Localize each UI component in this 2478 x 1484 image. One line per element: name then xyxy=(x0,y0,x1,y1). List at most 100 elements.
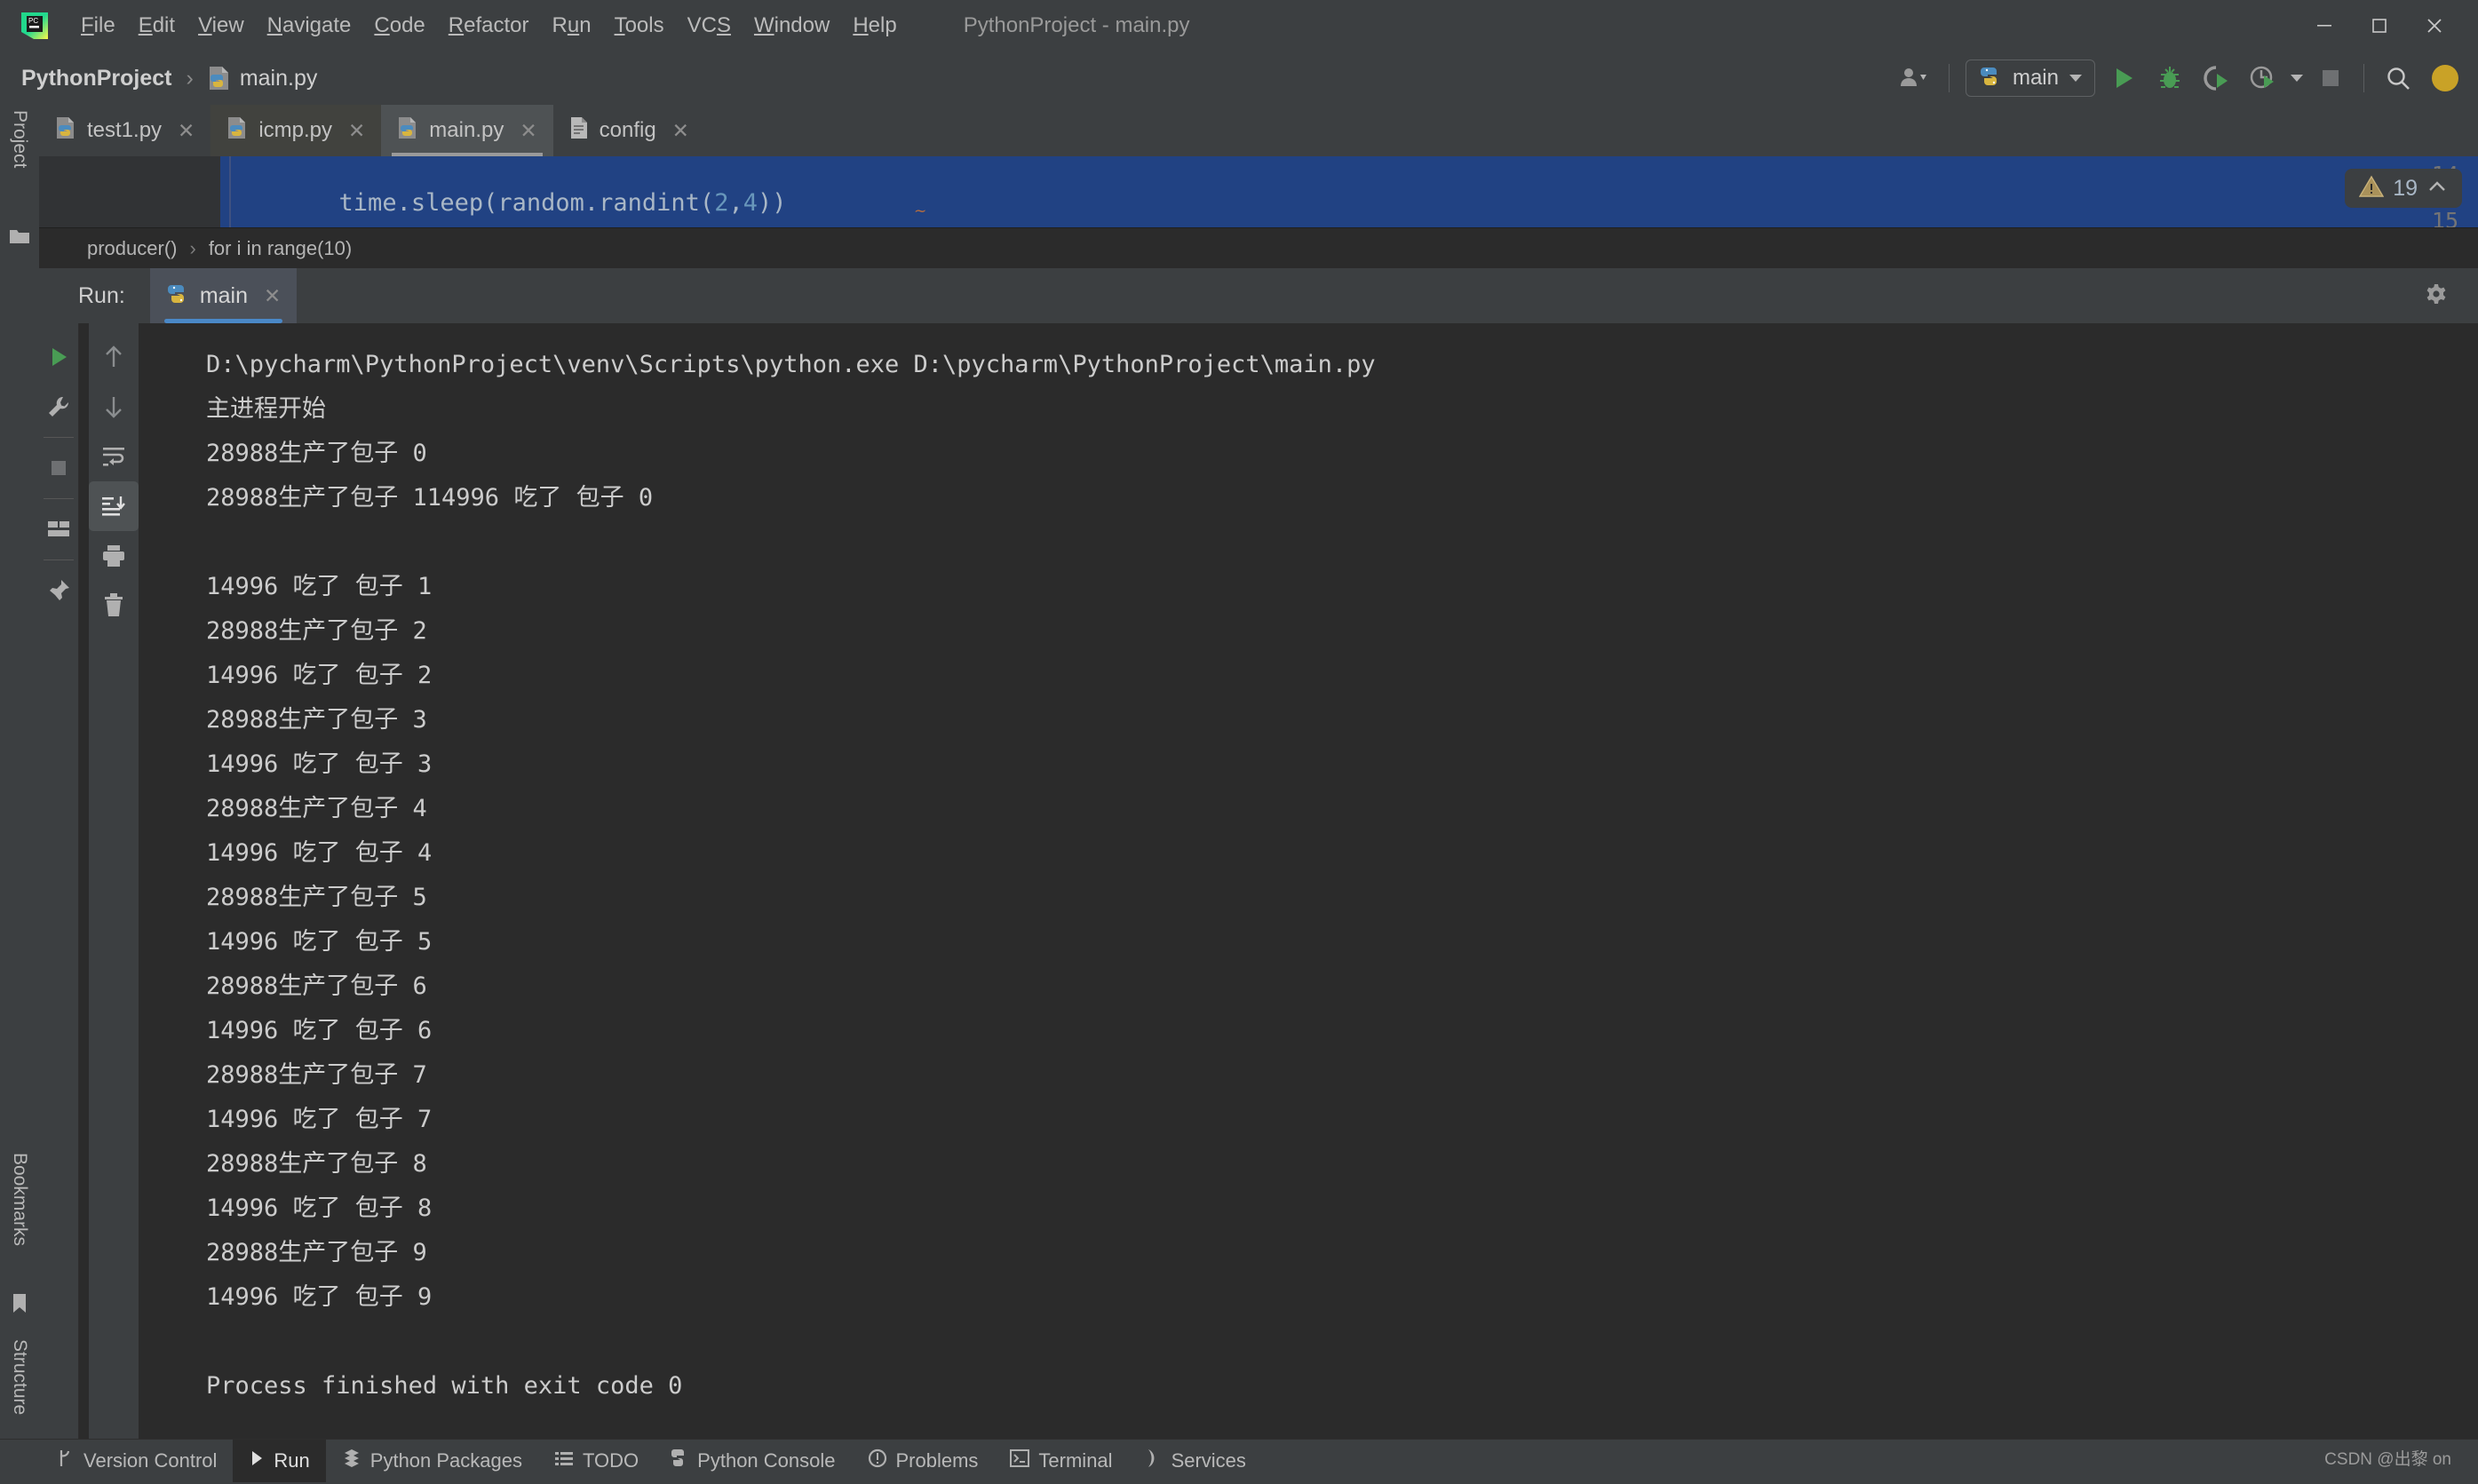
status-item-python-packages[interactable]: Python Packages xyxy=(326,1440,538,1482)
editor-tab-config[interactable]: config ✕ xyxy=(552,105,705,156)
problems-icon xyxy=(868,1448,887,1473)
bookmark-icon xyxy=(11,1293,28,1319)
menu-view-mnemonic: V xyxy=(198,13,212,37)
run-tab-main[interactable]: main ✕ xyxy=(149,268,298,323)
sidebar-item-project[interactable]: Project xyxy=(0,110,39,168)
menu-window[interactable]: Window xyxy=(743,10,841,42)
console-line: 14996 吃了 包子 9 xyxy=(206,1283,433,1311)
indent-guide xyxy=(229,156,231,227)
close-icon[interactable]: ✕ xyxy=(178,119,195,143)
next-occurrence-button[interactable] xyxy=(89,382,139,432)
status-item-python-console[interactable]: Python Console xyxy=(655,1440,851,1482)
breadcrumb-project[interactable]: PythonProject xyxy=(21,66,171,91)
maximize-icon[interactable] xyxy=(2352,0,2407,52)
menu-file[interactable]: File xyxy=(69,10,127,42)
editor-tab-main[interactable]: main.py ✕ xyxy=(381,105,553,156)
soft-wrap-button[interactable] xyxy=(89,432,139,481)
profile-icon[interactable] xyxy=(2239,52,2285,105)
profile-dropdown-chevron-down-icon[interactable] xyxy=(2285,52,2308,105)
status-item-todo[interactable]: TODO xyxy=(538,1440,655,1482)
run-with-coverage-icon[interactable] xyxy=(2193,52,2239,105)
status-item-problems[interactable]: Problems xyxy=(852,1440,995,1482)
editor-tab-test1[interactable]: test1.py ✕ xyxy=(39,105,211,156)
search-icon[interactable] xyxy=(2375,52,2421,105)
menu-edit[interactable]: Edit xyxy=(127,10,187,42)
console-line: 14996 吃了 包子 4 xyxy=(206,839,433,867)
editor-tab-label: icmp.py xyxy=(258,118,333,142)
console-output[interactable]: D:\pycharm\PythonProject\venv\Scripts\py… xyxy=(139,323,2478,1439)
menu-refactor[interactable]: Refactor xyxy=(437,10,541,42)
sidebar-item-bookmarks[interactable]: Bookmarks xyxy=(0,1153,39,1246)
close-icon[interactable]: ✕ xyxy=(672,119,689,143)
close-icon[interactable]: ✕ xyxy=(520,119,536,143)
python-console-icon xyxy=(671,1448,688,1473)
window-controls xyxy=(2297,0,2462,52)
run-toolbar-column-1 xyxy=(39,323,78,1439)
run-tool-window-header: Run: main ✕ xyxy=(39,268,2478,323)
stop-square-icon[interactable] xyxy=(2308,52,2353,105)
menu-code[interactable]: Code xyxy=(362,10,436,42)
status-item-services[interactable]: Services xyxy=(1129,1440,1262,1482)
status-item-version-control[interactable]: Version Control xyxy=(41,1440,233,1482)
rerun-button[interactable] xyxy=(39,332,78,382)
close-icon[interactable] xyxy=(2407,0,2462,52)
breadcrumb-producer[interactable]: producer() xyxy=(87,237,177,260)
toolbar-divider xyxy=(44,559,74,560)
tool-window-status-bar: Version Control Run Python Packages TODO… xyxy=(0,1439,2478,1482)
menu-navigate[interactable]: Navigate xyxy=(256,10,363,42)
python-file-icon xyxy=(226,116,248,146)
terminal-icon xyxy=(1010,1449,1030,1472)
gear-icon[interactable] xyxy=(2423,282,2450,313)
breadcrumb: PythonProject › main.py xyxy=(21,66,317,91)
console-line: 14996 吃了 包子 6 xyxy=(206,1017,433,1044)
structure-tool-label: Structure xyxy=(10,1339,30,1416)
breadcrumb-for-loop[interactable]: for i in range(10) xyxy=(209,237,352,260)
previous-occurrence-button[interactable] xyxy=(89,332,139,382)
pin-tab-button[interactable] xyxy=(39,566,78,615)
editor-tab-label: config xyxy=(599,118,656,142)
status-item-label: Python Console xyxy=(697,1449,836,1472)
menu-help[interactable]: Help xyxy=(841,10,908,42)
menu-vcs[interactable]: VCS xyxy=(676,10,743,42)
breadcrumb-file[interactable]: main.py xyxy=(240,66,318,91)
status-item-run[interactable]: Run xyxy=(233,1440,326,1482)
window-title: PythonProject - main.py xyxy=(963,13,1190,37)
stop-button[interactable] xyxy=(39,443,78,493)
run-configuration-selector[interactable]: main xyxy=(1965,60,2095,97)
code-token-comma: , xyxy=(728,189,743,217)
menu-run[interactable]: Run xyxy=(541,10,603,42)
scroll-to-end-button[interactable] xyxy=(89,481,139,531)
run-play-icon[interactable] xyxy=(2101,52,2147,105)
avatar-icon[interactable] xyxy=(2421,52,2469,105)
editor-tab-icmp[interactable]: icmp.py ✕ xyxy=(210,105,382,156)
modify-run-configuration-button[interactable] xyxy=(39,382,78,432)
editor-tab-label: test1.py xyxy=(87,118,163,142)
code-editor[interactable]: 14 15 time.sleep(random.randint(2,4)) ∼ … xyxy=(39,156,2478,227)
debug-bug-icon[interactable] xyxy=(2147,52,2193,105)
console-line: 14996 吃了 包子 5 xyxy=(206,928,433,956)
menu-run-mnemonic: u xyxy=(567,13,580,37)
minimize-icon[interactable] xyxy=(2297,0,2352,52)
chevron-down-icon xyxy=(2069,75,2082,82)
csdn-watermark: CSDN @出黎 on xyxy=(2324,1450,2451,1469)
chevron-up-icon[interactable] xyxy=(2426,179,2448,199)
status-item-terminal[interactable]: Terminal xyxy=(994,1440,1128,1482)
clear-all-button[interactable] xyxy=(89,581,139,631)
toolbar-divider xyxy=(44,437,74,438)
close-icon[interactable]: ✕ xyxy=(264,284,281,308)
sidebar-item-structure[interactable]: Structure xyxy=(0,1339,39,1415)
status-item-label: TODO xyxy=(583,1449,639,1472)
console-line: 14996 吃了 包子 2 xyxy=(206,662,433,689)
layout-settings-button[interactable] xyxy=(39,504,78,554)
menu-view[interactable]: View xyxy=(187,10,256,42)
svg-text:PC: PC xyxy=(28,17,38,25)
close-icon[interactable]: ✕ xyxy=(348,119,365,143)
menu-tools[interactable]: Tools xyxy=(603,10,676,42)
toolbar-divider xyxy=(1948,64,1950,92)
user-account-icon[interactable] xyxy=(1890,52,1938,105)
inspection-status-badge[interactable]: 19 xyxy=(2345,169,2462,208)
inspection-squiggle: ∼ xyxy=(914,202,927,219)
menu-tools-mnemonic: T xyxy=(614,13,625,37)
print-button[interactable] xyxy=(89,531,139,581)
